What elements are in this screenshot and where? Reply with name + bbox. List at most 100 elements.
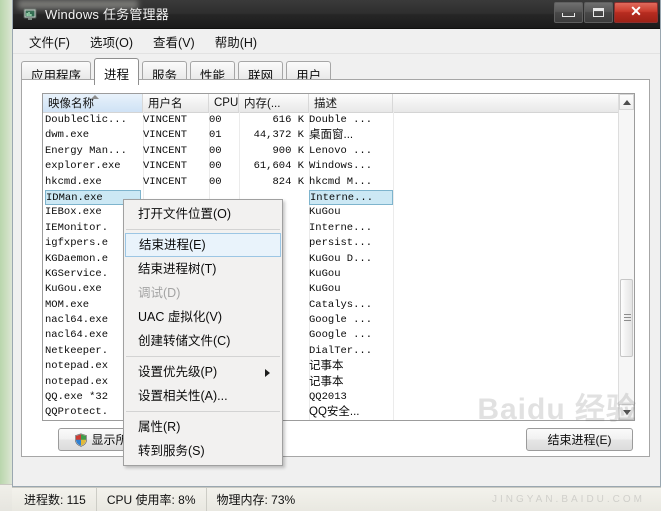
submenu-arrow-icon (265, 369, 270, 377)
scroll-down-button[interactable] (619, 404, 634, 420)
table-row[interactable]: DoubleClic... VINCENT 00 616 K Double ... (43, 113, 634, 128)
context-menu-item[interactable]: 创建转储文件(C) (124, 329, 282, 353)
cell-user-name: VINCENT (143, 175, 188, 188)
column-header-memory[interactable]: 内存(... (239, 94, 309, 112)
menu-options[interactable]: 选项(O) (80, 29, 143, 54)
cell-user-name: VINCENT (143, 160, 188, 173)
cell-description: 记事本 (309, 375, 344, 388)
context-menu-item[interactable]: 结束进程树(T) (124, 257, 282, 281)
scroll-up-button[interactable] (619, 94, 634, 110)
column-header-image-name-label: 映像名称 (48, 98, 94, 110)
context-menu-item[interactable]: 设置相关性(A)... (124, 384, 282, 408)
cell-image-name: explorer.exe (45, 160, 121, 173)
status-physical-memory: 物理内存: 73% (216, 493, 296, 507)
scrollbar-grip-icon (624, 314, 631, 321)
context-menu-item-label: 结束进程(E) (139, 238, 206, 252)
context-menu-item-label: UAC 虚拟化(V) (138, 310, 223, 324)
table-row[interactable]: explorer.exe VINCENT 00 61,604 K Windows... (43, 159, 634, 174)
cell-description: Double ... (309, 114, 373, 126)
context-menu-item[interactable]: 设置优先级(P) (124, 360, 282, 384)
cell-image-name: dwm.exe (45, 129, 90, 142)
window-title: Windows 任务管理器 (45, 7, 169, 22)
column-header-cpu[interactable]: CPU (209, 94, 239, 112)
close-icon: ✕ (630, 4, 642, 20)
context-menu-item: 调试(D) (124, 281, 282, 305)
cell-memory: 44,372 K (253, 129, 304, 142)
column-header-cpu-label: CPU (214, 97, 239, 109)
context-menu-item[interactable]: 打开文件位置(O) (124, 202, 282, 226)
table-row[interactable]: dwm.exe VINCENT 01 44,372 K 桌面窗... (43, 128, 634, 143)
cell-description: Lenovo ... (309, 144, 373, 157)
cell-description: KuGou D... (309, 252, 373, 265)
cell-image-name: hkcmd.exe (45, 175, 102, 188)
cell-cpu: 01 (209, 129, 222, 142)
menu-help[interactable]: 帮助(H) (205, 29, 267, 54)
chevron-up-icon (622, 99, 631, 105)
cell-description: 记事本 (309, 360, 344, 373)
cell-description: Catalys... (309, 298, 373, 311)
process-context-menu[interactable]: 打开文件位置(O) 结束进程(E) 结束进程树(T) 调试(D) UAC 虚拟化(V) 创… (123, 199, 283, 466)
cell-description: KuGou (309, 267, 341, 280)
maximize-icon (593, 8, 604, 17)
menu-view[interactable]: 查看(V) (143, 29, 205, 54)
window-titlebar[interactable]: Windows 任务管理器 ✕ (13, 0, 660, 29)
cell-description: DialTer... (309, 344, 373, 357)
context-menu-item-label: 结束进程树(T) (138, 262, 217, 276)
column-header-user-name-label: 用户名 (148, 98, 183, 110)
close-button[interactable]: ✕ (614, 2, 658, 23)
context-menu-item[interactable]: 属性(R) (124, 415, 282, 439)
cell-cpu: 00 (209, 144, 222, 157)
context-menu-item-label: 设置相关性(A)... (138, 389, 228, 403)
cell-description: QQ2013 (309, 391, 347, 404)
context-menu-item[interactable]: UAC 虚拟化(V) (124, 305, 282, 329)
context-menu-item-label: 属性(R) (138, 420, 181, 434)
end-process-button[interactable]: 结束进程(E) (526, 428, 633, 451)
context-menu-separator (126, 356, 280, 357)
cell-memory: 900 K (272, 144, 304, 157)
chevron-down-icon (622, 409, 631, 415)
cell-description: KuGou (309, 283, 341, 296)
context-menu-item[interactable]: 结束进程(E) (125, 233, 281, 257)
column-header-memory-label: 内存(... (244, 98, 281, 110)
table-row[interactable]: hkcmd.exe VINCENT 00 824 K hkcmd M... (43, 175, 634, 190)
context-menu-separator (126, 229, 280, 230)
cell-user-name: VINCENT (143, 114, 188, 126)
cell-description: Google ... (309, 314, 373, 327)
cell-cpu: 00 (209, 175, 222, 188)
maximize-button[interactable] (584, 2, 613, 23)
status-bar: 进程数: 115 CPU 使用率: 8% 物理内存: 73% (12, 487, 661, 511)
column-header-image-name[interactable]: 映像名称 (43, 94, 143, 112)
minimize-icon (562, 13, 575, 17)
cell-user-name: VINCENT (143, 144, 188, 157)
cell-description: persist... (309, 237, 373, 250)
context-menu-item[interactable]: 转到服务(S) (124, 439, 282, 463)
cell-cpu: 00 (209, 160, 222, 173)
cell-image-name: Energy Man... (45, 144, 127, 157)
context-menu-separator (126, 411, 280, 412)
cell-description: Google ... (309, 329, 373, 342)
process-list-scrollbar[interactable] (618, 94, 634, 420)
tab-processes[interactable]: 进程 (94, 58, 140, 85)
process-list-header: 映像名称 用户名 CPU 内存(... 描述 (43, 94, 634, 113)
cell-image-name: DoubleClic... (45, 114, 127, 126)
context-menu-item-label: 调试(D) (138, 286, 181, 300)
cell-description: Interne... (309, 221, 373, 234)
table-row[interactable]: Energy Man... VINCENT 00 900 K Lenovo ... (43, 144, 634, 159)
cell-description: QQ安全... (309, 406, 360, 419)
cell-user-name: VINCENT (143, 129, 188, 142)
scrollbar-thumb[interactable] (620, 279, 633, 357)
minimize-button[interactable] (554, 2, 583, 23)
column-header-description-label: 描述 (314, 98, 337, 110)
end-process-button-label: 结束进程(E) (547, 433, 612, 447)
task-manager-icon (23, 6, 39, 22)
column-header-description[interactable]: 描述 (309, 94, 393, 112)
cell-description: 桌面窗... (309, 129, 354, 142)
cell-description: KuGou (309, 206, 341, 219)
shield-icon (74, 432, 88, 447)
menu-file[interactable]: 文件(F) (19, 29, 80, 54)
cell-description: Interne... (309, 189, 393, 206)
column-header-user-name[interactable]: 用户名 (143, 94, 209, 112)
processes-tab-page: 映像名称 用户名 CPU 内存(... 描述 DoubleClic... VIN… (21, 79, 650, 457)
sort-ascending-icon (90, 95, 99, 99)
window-controls: ✕ (553, 2, 658, 23)
